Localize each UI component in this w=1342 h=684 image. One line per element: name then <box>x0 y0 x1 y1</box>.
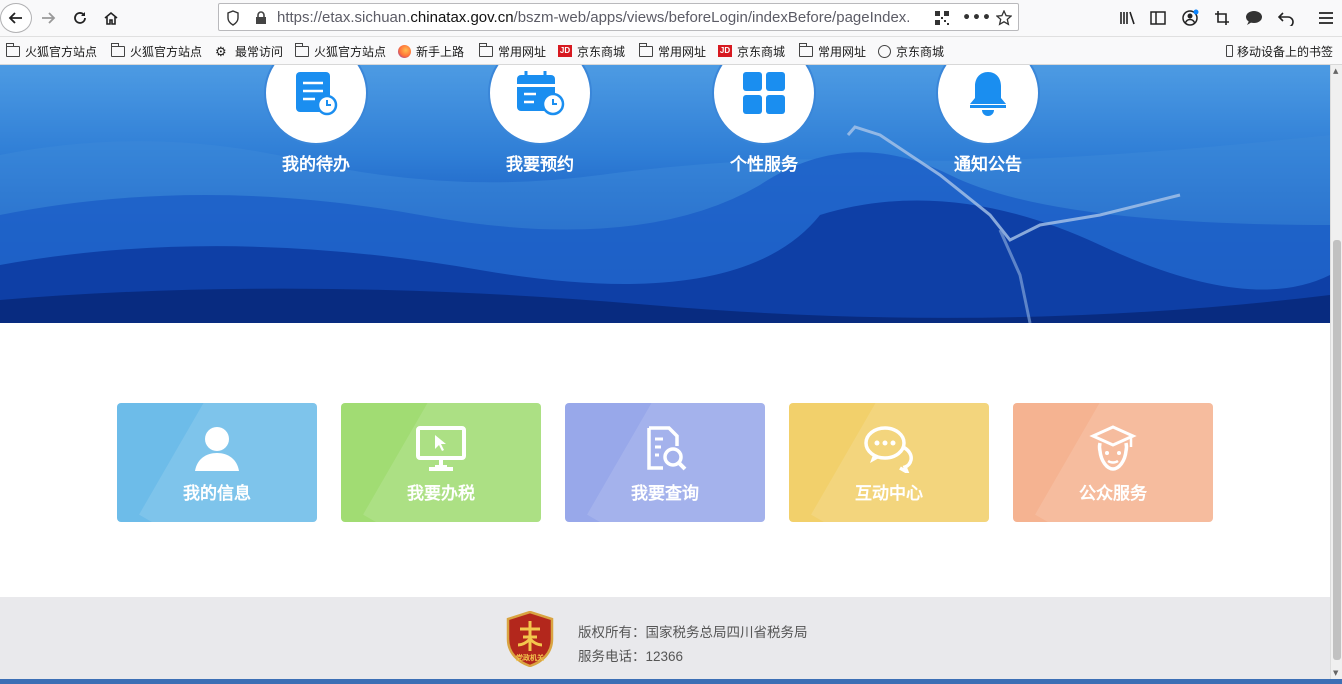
tile-label: 我的信息 <box>117 479 317 504</box>
service-phone-text: 服务电话：12366 <box>578 645 683 665</box>
bookmark-item[interactable]: 京东商城 <box>878 42 944 60</box>
bell-icon <box>966 69 1010 117</box>
scroll-up-icon[interactable]: ▲ <box>1333 67 1338 75</box>
tile-tax-filing[interactable]: 我要办税 <box>341 403 541 522</box>
hero-banner: 我的待办 我要预约 个性服务 通知公告 <box>0 65 1330 323</box>
bookmark-item[interactable]: 火狐官方站点 <box>111 42 202 60</box>
chat-icon[interactable] <box>1240 4 1268 32</box>
bookmarks-bar: 火狐官方站点 火狐官方站点 ⚙最常访问 火狐官方站点 新手上路 常用网址 JD京… <box>0 37 1342 65</box>
sidebar-icon[interactable] <box>1144 4 1172 32</box>
search-doc-icon <box>639 425 691 473</box>
menu-icon[interactable] <box>1312 4 1340 32</box>
tile-label: 互动中心 <box>789 479 989 504</box>
bookmark-item[interactable]: 火狐官方站点 <box>6 42 97 60</box>
folder-icon <box>295 46 309 57</box>
scrollbar-thumb[interactable] <box>1333 240 1341 660</box>
tile-interaction-center[interactable]: 互动中心 <box>789 403 989 522</box>
reload-icon[interactable] <box>66 4 94 32</box>
great-wall-scenery <box>0 65 1330 323</box>
mobile-bookmarks[interactable]: 移动设备上的书签 <box>1226 42 1333 60</box>
bookmark-item[interactable]: 火狐官方站点 <box>295 42 386 60</box>
undo-icon[interactable] <box>1272 4 1300 32</box>
bookmark-item[interactable]: 常用网址 <box>639 42 706 60</box>
tile-query[interactable]: 我要查询 <box>565 403 765 522</box>
mobile-icon <box>1226 45 1233 57</box>
back-icon[interactable] <box>0 3 32 33</box>
more-icon[interactable]: ••• <box>967 8 987 28</box>
url-text[interactable]: https://etax.sichuan.chinatax.gov.cn/bsz… <box>277 4 909 31</box>
bookmark-item[interactable]: 新手上路 <box>398 42 464 60</box>
grid-icon <box>741 70 787 116</box>
screenshot-icon[interactable] <box>1208 4 1236 32</box>
calendar-icon <box>515 70 565 116</box>
hero-item-label: 个性服务 <box>682 150 846 175</box>
user-icon <box>191 425 243 473</box>
browser-toolbar: https://etax.sichuan.chinatax.gov.cn/bsz… <box>0 0 1342 37</box>
qr-icon[interactable] <box>932 8 952 28</box>
folder-icon <box>639 46 653 57</box>
tile-label: 我要查询 <box>565 479 765 504</box>
jd-icon: JD <box>558 45 572 57</box>
copyright-text: 版权所有：国家税务总局四川省税务局 <box>578 621 808 641</box>
bookmark-item[interactable]: ⚙最常访问 <box>215 42 283 60</box>
bookmark-item[interactable]: 常用网址 <box>799 42 866 60</box>
library-icon[interactable] <box>1114 4 1142 32</box>
star-icon[interactable] <box>994 8 1014 28</box>
lock-icon[interactable] <box>251 8 271 28</box>
folder-icon <box>479 46 493 57</box>
bookmark-item[interactable]: JD京东商城 <box>718 42 785 60</box>
firefox-icon <box>398 45 411 58</box>
hero-item-appointment[interactable]: 我要预约 <box>488 65 592 145</box>
scroll-down-icon[interactable]: ▼ <box>1333 669 1338 677</box>
globe-icon <box>878 45 891 58</box>
gear-icon: ⚙ <box>215 46 230 57</box>
tile-label: 我要办税 <box>341 479 541 504</box>
hero-item-notice[interactable]: 通知公告 <box>936 65 1040 145</box>
hero-item-label: 通知公告 <box>906 150 1070 175</box>
monitor-icon <box>415 425 467 473</box>
vertical-scrollbar[interactable]: ▲ ▼ <box>1330 65 1342 679</box>
forward-icon[interactable] <box>34 4 62 32</box>
tile-my-info[interactable]: 我的信息 <box>117 403 317 522</box>
home-icon[interactable] <box>97 4 125 32</box>
svg-text:党政机关: 党政机关 <box>516 653 544 662</box>
bookmark-item[interactable]: JD京东商城 <box>558 42 625 60</box>
chat-bubble-icon <box>863 425 915 473</box>
footer: 党政机关 版权所有：国家税务总局四川省税务局 服务电话：12366 <box>0 597 1330 679</box>
hero-item-label: 我要预约 <box>458 150 622 175</box>
hero-item-label: 我的待办 <box>234 150 398 175</box>
folder-icon <box>111 46 125 57</box>
url-bar[interactable]: https://etax.sichuan.chinatax.gov.cn/bsz… <box>218 3 1019 31</box>
bookmark-item[interactable]: 常用网址 <box>479 42 546 60</box>
hero-item-personal-service[interactable]: 个性服务 <box>712 65 816 145</box>
folder-icon <box>6 46 20 57</box>
tile-label: 公众服务 <box>1013 479 1213 504</box>
jd-icon: JD <box>718 45 732 57</box>
taskbar-strip <box>0 679 1342 684</box>
graduate-icon <box>1087 425 1139 473</box>
account-icon[interactable] <box>1176 4 1204 32</box>
folder-icon <box>799 46 813 57</box>
party-government-badge: 党政机关 <box>506 611 554 667</box>
tile-public-service[interactable]: 公众服务 <box>1013 403 1213 522</box>
shield-icon[interactable] <box>223 8 243 28</box>
hero-item-todo[interactable]: 我的待办 <box>264 65 368 145</box>
todo-icon <box>294 70 338 116</box>
